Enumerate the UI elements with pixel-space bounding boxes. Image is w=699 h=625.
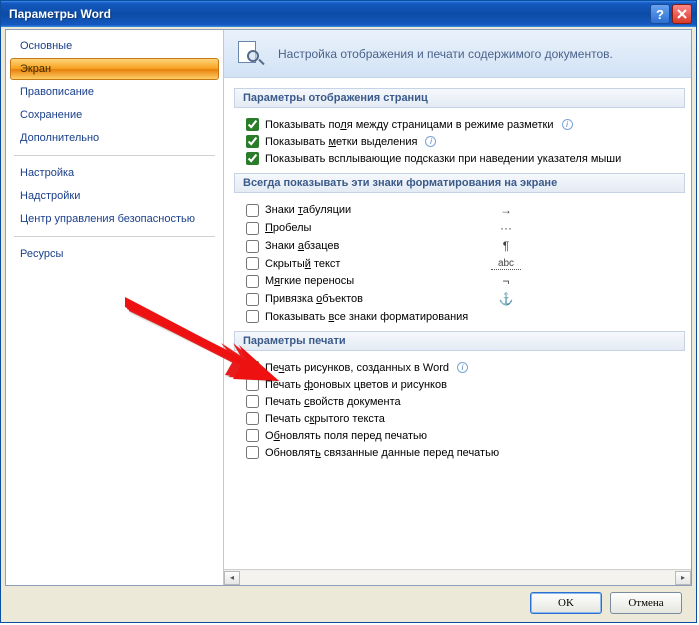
display-options-icon xyxy=(238,41,264,67)
symbol-hyphen: ¬ xyxy=(491,274,521,288)
dialog-footer: OK Отмена xyxy=(5,588,692,618)
option-label: Знаки табуляции xyxy=(265,204,485,216)
ok-button[interactable]: OK xyxy=(530,592,602,614)
option-label: Мягкие переносы xyxy=(265,275,485,287)
opt-print-background[interactable]: Печать фоновых цветов и рисунков xyxy=(234,376,685,393)
opt-show-space-between-pages[interactable]: Показывать поля между страницами в режим… xyxy=(234,116,685,133)
option-label: Показывать метки выделения xyxy=(265,136,417,148)
window-title: Параметры Word xyxy=(9,7,648,21)
sidebar-separator xyxy=(14,236,215,237)
body: Основные Экран Правописание Сохранение Д… xyxy=(5,29,692,586)
scroll-left-button[interactable]: ◂ xyxy=(224,571,240,585)
checkbox[interactable] xyxy=(246,135,259,148)
opt-print-properties[interactable]: Печать свойств документа xyxy=(234,393,685,410)
option-label: Показывать все знаки форматирования xyxy=(265,311,485,323)
option-label: Показывать всплывающие подсказки при нав… xyxy=(265,153,621,165)
opt-update-fields[interactable]: Обновлять поля перед печатью xyxy=(234,427,685,444)
checkbox[interactable] xyxy=(246,275,259,288)
sidebar-item-save[interactable]: Сохранение xyxy=(10,104,219,126)
sidebar-item-general[interactable]: Основные xyxy=(10,35,219,57)
opt-paragraph-marks[interactable]: Знаки абзацев ¶ xyxy=(234,237,685,255)
info-icon[interactable]: i xyxy=(425,136,436,147)
sidebar-item-proofing[interactable]: Правописание xyxy=(10,81,219,103)
horizontal-scrollbar[interactable]: ◂ ▸ xyxy=(224,569,691,585)
opt-tab-characters[interactable]: Знаки табуляции → xyxy=(234,201,685,219)
sidebar-separator xyxy=(14,155,215,156)
option-label: Печать рисунков, созданных в Word xyxy=(265,362,449,374)
option-label: Знаки абзацев xyxy=(265,240,485,252)
symbol-paragraph: ¶ xyxy=(491,239,521,253)
opt-print-drawings[interactable]: Печать рисунков, созданных в Word i xyxy=(234,359,685,376)
option-label: Печать свойств документа xyxy=(265,396,401,408)
content-header: Настройка отображения и печати содержимо… xyxy=(224,30,691,78)
sidebar: Основные Экран Правописание Сохранение Д… xyxy=(6,30,224,585)
section-display-title: Параметры отображения страниц xyxy=(234,88,685,108)
option-label: Обновлять связанные данные перед печатью xyxy=(265,447,499,459)
checkbox[interactable] xyxy=(246,293,259,306)
symbol-anchor: ⚓ xyxy=(491,292,521,306)
symbol-hidden: abc xyxy=(491,258,521,270)
info-icon[interactable]: i xyxy=(457,362,468,373)
content: Настройка отображения и печати содержимо… xyxy=(224,30,691,585)
scroll-right-button[interactable]: ▸ xyxy=(675,571,691,585)
checkbox[interactable] xyxy=(246,240,259,253)
option-label: Обновлять поля перед печатью xyxy=(265,430,427,442)
checkbox[interactable] xyxy=(246,395,259,408)
help-button[interactable]: ? xyxy=(650,4,670,24)
content-scroll[interactable]: Параметры отображения страниц Показывать… xyxy=(224,78,691,569)
option-label: Показывать поля между страницами в режим… xyxy=(265,119,554,131)
info-icon[interactable]: i xyxy=(562,119,573,130)
option-label: Привязка объектов xyxy=(265,293,485,305)
opt-show-highlighter-marks[interactable]: Показывать метки выделения i xyxy=(234,133,685,150)
scroll-track[interactable] xyxy=(240,571,675,585)
symbol-tab: → xyxy=(491,203,521,217)
sidebar-item-trust-center[interactable]: Центр управления безопасностью xyxy=(10,208,219,230)
checkbox[interactable] xyxy=(246,310,259,323)
option-label: Печать фоновых цветов и рисунков xyxy=(265,379,447,391)
sidebar-item-addins[interactable]: Надстройки xyxy=(10,185,219,207)
header-text: Настройка отображения и печати содержимо… xyxy=(278,47,613,61)
sidebar-item-advanced[interactable]: Дополнительно xyxy=(10,127,219,149)
cancel-button[interactable]: Отмена xyxy=(610,592,682,614)
checkbox[interactable] xyxy=(246,412,259,425)
checkbox[interactable] xyxy=(246,152,259,165)
sidebar-item-resources[interactable]: Ресурсы xyxy=(10,243,219,265)
option-label: Пробелы xyxy=(265,222,485,234)
checkbox[interactable] xyxy=(246,361,259,374)
option-label: Печать скрытого текста xyxy=(265,413,385,425)
section-marks-title: Всегда показывать эти знаки форматирован… xyxy=(234,173,685,193)
opt-hidden-text[interactable]: Скрытый текст abc xyxy=(234,255,685,272)
titlebar[interactable]: Параметры Word ? xyxy=(1,1,696,27)
checkbox[interactable] xyxy=(246,378,259,391)
opt-optional-hyphens[interactable]: Мягкие переносы ¬ xyxy=(234,272,685,290)
opt-print-hidden-text[interactable]: Печать скрытого текста xyxy=(234,410,685,427)
sidebar-item-display[interactable]: Экран xyxy=(10,58,219,80)
close-button[interactable] xyxy=(672,4,692,24)
checkbox[interactable] xyxy=(246,429,259,442)
checkbox[interactable] xyxy=(246,446,259,459)
word-options-dialog: Параметры Word ? Основные Экран Правопис… xyxy=(0,0,697,623)
checkbox[interactable] xyxy=(246,118,259,131)
checkbox[interactable] xyxy=(246,257,259,270)
opt-show-all-marks[interactable]: Показывать все знаки форматирования xyxy=(234,308,685,325)
sidebar-item-customize[interactable]: Настройка xyxy=(10,162,219,184)
section-print-title: Параметры печати xyxy=(234,331,685,351)
opt-show-tooltips-on-hover[interactable]: Показывать всплывающие подсказки при нав… xyxy=(234,150,685,167)
symbol-space: ··· xyxy=(491,221,521,235)
checkbox[interactable] xyxy=(246,204,259,217)
opt-update-linked-data[interactable]: Обновлять связанные данные перед печатью xyxy=(234,444,685,461)
opt-object-anchors[interactable]: Привязка объектов ⚓ xyxy=(234,290,685,308)
checkbox[interactable] xyxy=(246,222,259,235)
option-label: Скрытый текст xyxy=(265,258,485,270)
opt-spaces[interactable]: Пробелы ··· xyxy=(234,219,685,237)
